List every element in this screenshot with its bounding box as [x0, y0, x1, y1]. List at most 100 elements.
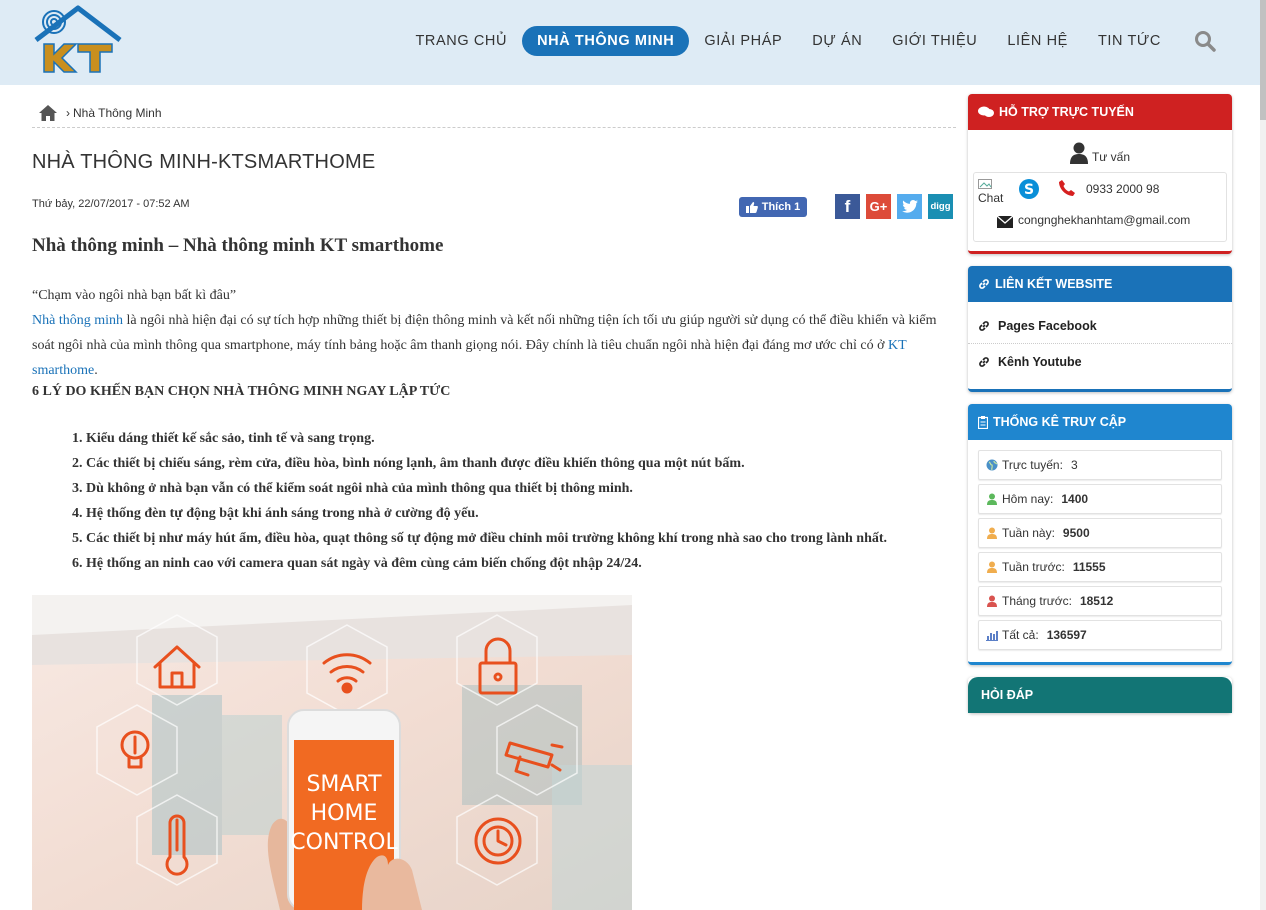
article-intro: Nhà thông minh là ngôi nhà hiện đại có s…	[32, 308, 952, 383]
svg-text:S: S	[1024, 182, 1034, 198]
stat-value: 3	[1070, 458, 1078, 472]
list-item: 3. Dù không ở nhà bạn vẫn có thể kiểm so…	[72, 481, 633, 496]
globe-icon	[986, 459, 998, 471]
stats-widget-header: THỐNG KÊ TRUY CẬP	[968, 404, 1232, 440]
support-email[interactable]: congnghekhanhtam@gmail.com	[1018, 213, 1190, 227]
support-contact-box: Chat S 0933 2000 98 congnghekhanhtam@gma…	[973, 172, 1227, 242]
intro-text: là ngôi nhà hiện đại có sự tích hợp nhữn…	[32, 313, 937, 353]
kt-logo[interactable]	[32, 4, 124, 78]
links-widget-title: LIÊN KẾT WEBSITE	[995, 277, 1113, 291]
list-item: 2. Các thiết bị chiếu sáng, rèm cửa, điề…	[72, 456, 745, 471]
stat-label: Tuần này:	[1002, 526, 1055, 540]
nav-item-news[interactable]: TIN TỨC	[1083, 26, 1176, 56]
stat-row-last-month: Tháng trước: 18512	[978, 586, 1222, 616]
nav-item-solutions[interactable]: GIẢI PHÁP	[689, 26, 797, 56]
list-item: 1. Kiểu dáng thiết kế sắc sảo, tinh tế v…	[72, 431, 375, 446]
link-item-youtube[interactable]: Kênh Youtube	[968, 344, 1232, 380]
smart-home-control-image: SMART HOME CONTROL	[32, 595, 632, 910]
faq-widget-title: HỎI ĐÁP	[981, 688, 1034, 702]
stat-value: 1400	[1061, 492, 1089, 506]
stats-list: Trực tuyến: 3 Hôm nay: 1400 Tuần này: 95…	[968, 440, 1232, 650]
post-date: Thứ bảy, 22/07/2017 - 07:52 AM	[32, 198, 190, 210]
links-widget-header: LIÊN KẾT WEBSITE	[968, 266, 1232, 302]
support-body: Tư vấn Chat S 0933 2000 98 congnghekhanh…	[968, 130, 1232, 252]
page-scrollbar[interactable]	[1260, 0, 1266, 910]
link-label: Pages Facebook	[998, 318, 1097, 333]
reasons-list: 1. Kiểu dáng thiết kế sắc sảo, tinh tế v…	[72, 426, 952, 576]
support-widget-title: HỖ TRỢ TRỰC TUYẾN	[999, 105, 1134, 119]
stat-row-total: Tất cả: 136597	[978, 620, 1222, 650]
nav-item-projects[interactable]: DỰ ÁN	[797, 26, 877, 56]
clipboard-icon	[978, 415, 988, 429]
home-icon[interactable]	[38, 104, 58, 122]
link-item-facebook[interactable]: Pages Facebook	[968, 308, 1232, 344]
stat-value: 9500	[1062, 526, 1090, 540]
consult-row: Tư vấn	[973, 138, 1227, 164]
twitter-bird-icon	[901, 200, 918, 213]
stats-widget: THỐNG KÊ TRUY CẬP Trực tuyến: 3 Hôm nay:…	[968, 404, 1232, 665]
list-item: 4. Hệ thống đèn tự động bật khi ánh sáng…	[72, 506, 479, 521]
phone-number[interactable]: 0933 2000 98	[1086, 182, 1159, 196]
chat-image-placeholder[interactable]: Chat	[978, 179, 1006, 207]
image-text-control: CONTROL	[290, 830, 398, 855]
breadcrumb-current[interactable]: Nhà Thông Minh	[73, 106, 162, 120]
links-list: Pages Facebook Kênh Youtube	[968, 302, 1232, 380]
link-icon	[979, 357, 989, 367]
site-header: TRANG CHỦ NHÀ THÔNG MINH GIẢI PHÁP DỰ ÁN…	[0, 0, 1266, 85]
stat-value: 136597	[1046, 628, 1087, 642]
link-icon	[979, 320, 989, 331]
stat-value: 18512	[1079, 594, 1114, 608]
user-icon	[987, 493, 997, 505]
google-plus-share-icon[interactable]: G+	[866, 194, 891, 219]
list-item: 6. Hệ thống an ninh cao với camera quan …	[72, 556, 642, 571]
facebook-share-icon[interactable]: f	[835, 194, 860, 219]
stat-row-last-week: Tuần trước: 11555	[978, 552, 1222, 582]
envelope-icon	[997, 216, 1013, 228]
article-quote: “Chạm vào ngôi nhà bạn bất kì đâu”	[32, 288, 237, 303]
skype-icon[interactable]: S	[1018, 178, 1040, 200]
facebook-like-button[interactable]: Thích 1	[739, 197, 807, 217]
stat-label: Tháng trước:	[1002, 594, 1072, 608]
bar-chart-icon	[986, 631, 998, 641]
image-text-smart: SMART	[306, 772, 382, 797]
smart-home-link[interactable]: Nhà thông minh	[32, 313, 123, 328]
nav-item-about[interactable]: GIỚI THIỆU	[877, 26, 992, 56]
breadcrumb-separator: ›	[66, 105, 70, 120]
main-nav: TRANG CHỦ NHÀ THÔNG MINH GIẢI PHÁP DỰ ÁN…	[400, 26, 1216, 56]
article-heading: Nhà thông minh – Nhà thông minh KT smart…	[32, 235, 444, 256]
stat-label: Tất cả:	[1002, 628, 1039, 642]
scrollbar-thumb[interactable]	[1260, 0, 1266, 120]
stat-label: Tuần trước:	[1002, 560, 1065, 574]
stat-label: Hôm nay:	[1002, 492, 1054, 506]
chat-alt-text: Chat	[978, 191, 1004, 205]
consult-label: Tư vấn	[1091, 150, 1131, 164]
user-icon	[987, 595, 997, 607]
thumbs-up-icon	[745, 201, 758, 213]
page-title: NHÀ THÔNG MINH-KTSMARTHOME	[32, 151, 376, 173]
stat-value: 11555	[1072, 560, 1106, 574]
support-widget: HỖ TRỢ TRỰC TUYẾN Tư vấn Chat S 0933 200…	[968, 94, 1232, 254]
article-body: “Chạm vào ngôi nhà bạn bất kì đâu” Nhà t…	[32, 283, 952, 576]
faq-widget: HỎI ĐÁP	[968, 677, 1232, 713]
broken-image-icon	[978, 179, 992, 189]
phone-icon	[1059, 180, 1075, 196]
stat-row-online: Trực tuyến: 3	[978, 450, 1222, 480]
search-icon[interactable]	[1194, 30, 1216, 52]
stat-label: Trực tuyến:	[1002, 458, 1063, 472]
chat-bubbles-icon	[978, 106, 994, 117]
links-widget: LIÊN KẾT WEBSITE Pages Facebook Kênh You…	[968, 266, 1232, 392]
nav-item-smart-home[interactable]: NHÀ THÔNG MINH	[522, 26, 690, 56]
list-item: 5. Các thiết bị như máy hút ẩm, điều hòa…	[72, 531, 888, 546]
image-text-home: HOME	[311, 801, 378, 826]
user-icon	[1069, 142, 1088, 164]
user-icon	[987, 527, 997, 539]
nav-item-contact[interactable]: LIÊN HỆ	[992, 26, 1083, 56]
link-icon	[979, 279, 989, 289]
nav-item-home[interactable]: TRANG CHỦ	[400, 26, 522, 56]
support-widget-header: HỖ TRỢ TRỰC TUYẾN	[968, 94, 1232, 130]
user-icon	[987, 561, 997, 573]
digg-share-icon[interactable]: digg	[928, 194, 953, 219]
link-label: Kênh Youtube	[998, 355, 1082, 369]
twitter-share-icon[interactable]	[897, 194, 922, 219]
faq-widget-header[interactable]: HỎI ĐÁP	[968, 677, 1232, 713]
